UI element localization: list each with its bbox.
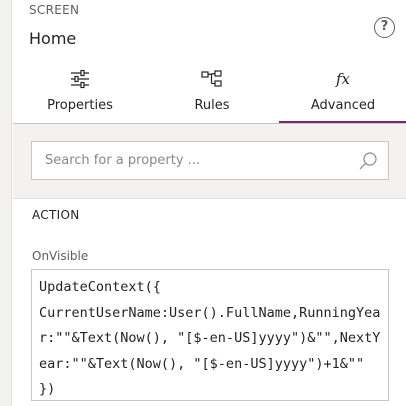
tab-advanced-label: Advanced <box>310 98 376 113</box>
search-box <box>31 141 389 180</box>
tab-rules-label: Rules <box>194 98 230 113</box>
tab-properties-label: Properties <box>47 98 113 113</box>
formula-editor[interactable]: UpdateContext({ CurrentUserName:User().F… <box>31 269 389 401</box>
search-icon[interactable] <box>358 151 378 171</box>
flowchart-icon <box>159 68 265 90</box>
fx-glyph: fx <box>335 70 350 88</box>
properties-panel: SCREEN Home ? Properties Rules fx Advanc… <box>13 0 406 406</box>
tab-rules[interactable]: Rules <box>159 66 265 124</box>
search-area <box>13 124 406 199</box>
formula-text[interactable]: UpdateContext({ CurrentUserName:User().F… <box>39 275 382 400</box>
tab-advanced[interactable]: fx Advanced <box>279 66 406 124</box>
panel-tabs: Properties Rules fx Advanced <box>13 66 406 124</box>
control-type-label: SCREEN <box>29 3 80 17</box>
sliders-icon <box>27 68 133 90</box>
section-title-action: ACTION <box>32 208 80 222</box>
left-panel-edge <box>0 0 12 406</box>
fx-icon: fx <box>279 68 406 90</box>
tab-properties[interactable]: Properties <box>27 66 133 124</box>
control-name: Home <box>29 29 77 48</box>
property-name-label: OnVisible <box>32 249 89 263</box>
search-input[interactable] <box>32 142 342 179</box>
help-icon[interactable]: ? <box>374 17 395 38</box>
